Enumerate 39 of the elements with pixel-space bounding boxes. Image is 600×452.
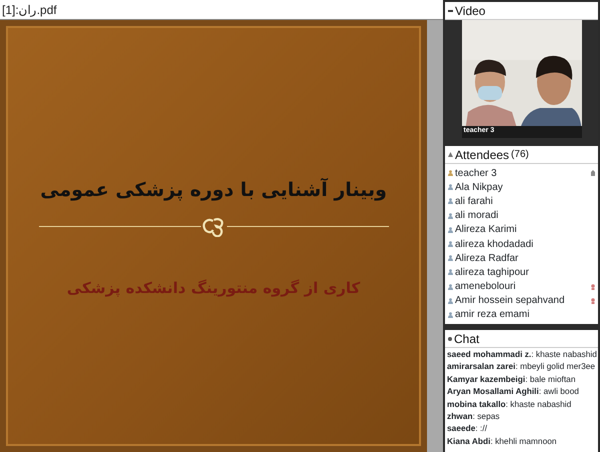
chat-message: Kiana Abdi: khehli mamnoon xyxy=(447,434,558,448)
user-icon xyxy=(448,269,453,276)
pod-title: Video xyxy=(455,2,486,20)
attendee-name[interactable]: teacher 3 xyxy=(455,166,589,181)
user-icon xyxy=(448,226,453,233)
user-icon xyxy=(448,184,453,190)
pod-title: Attendees xyxy=(455,146,510,164)
chat-message: saeed mohammadi z.: khaste nabashid xyxy=(447,348,596,360)
attendee-name[interactable]: Alireza Radfar xyxy=(455,250,595,266)
user-icon xyxy=(448,298,453,304)
slide-title: وبینار آشنایی با دوره پزشکی عمومی xyxy=(40,177,387,203)
pod-title: Chat xyxy=(454,330,480,348)
user-icon xyxy=(448,198,453,204)
chat-message: mobina takallo: khaste nabashid xyxy=(447,398,572,410)
host-icon xyxy=(448,170,453,176)
scrollbar[interactable] xyxy=(427,20,443,452)
collapse-icon[interactable] xyxy=(448,336,452,340)
chat-message: Kamyar kazembeigi: bale mioftan xyxy=(447,372,576,386)
chat-message: zhwan: sepas xyxy=(447,410,501,422)
attendee-count: (76) xyxy=(511,148,529,162)
attendee-name[interactable]: amir reza emami xyxy=(455,307,595,322)
ornament-icon xyxy=(200,216,226,236)
user-icon xyxy=(448,212,453,219)
attendee-name[interactable]: ali farahi xyxy=(455,194,595,209)
user-icon xyxy=(448,255,453,262)
chat-message: saeede: :// xyxy=(447,422,488,435)
attendee-name[interactable]: amenebolouri xyxy=(455,279,589,294)
document-title: ران:[1].pdf xyxy=(0,0,443,20)
attendee-name[interactable]: Ala Nikpay xyxy=(455,180,595,195)
user-icon xyxy=(448,241,453,248)
attendee-name[interactable]: alireza khodadadi xyxy=(455,236,595,252)
chat-message: amirarsalan zarei: mbeyli golid mer3ee xyxy=(447,360,596,373)
chat-message: Aryan Mosallami Aghili: awli bood xyxy=(447,385,580,398)
user-icon xyxy=(448,312,453,318)
attendee-name[interactable]: ali moradi xyxy=(455,208,595,224)
attendee-name[interactable]: Alireza Karimi xyxy=(455,222,595,238)
user-icon xyxy=(448,284,453,290)
attendee-name[interactable]: alireza taghipour xyxy=(455,264,595,280)
attendee-name[interactable]: Amir hossein sepahvand xyxy=(455,293,589,308)
